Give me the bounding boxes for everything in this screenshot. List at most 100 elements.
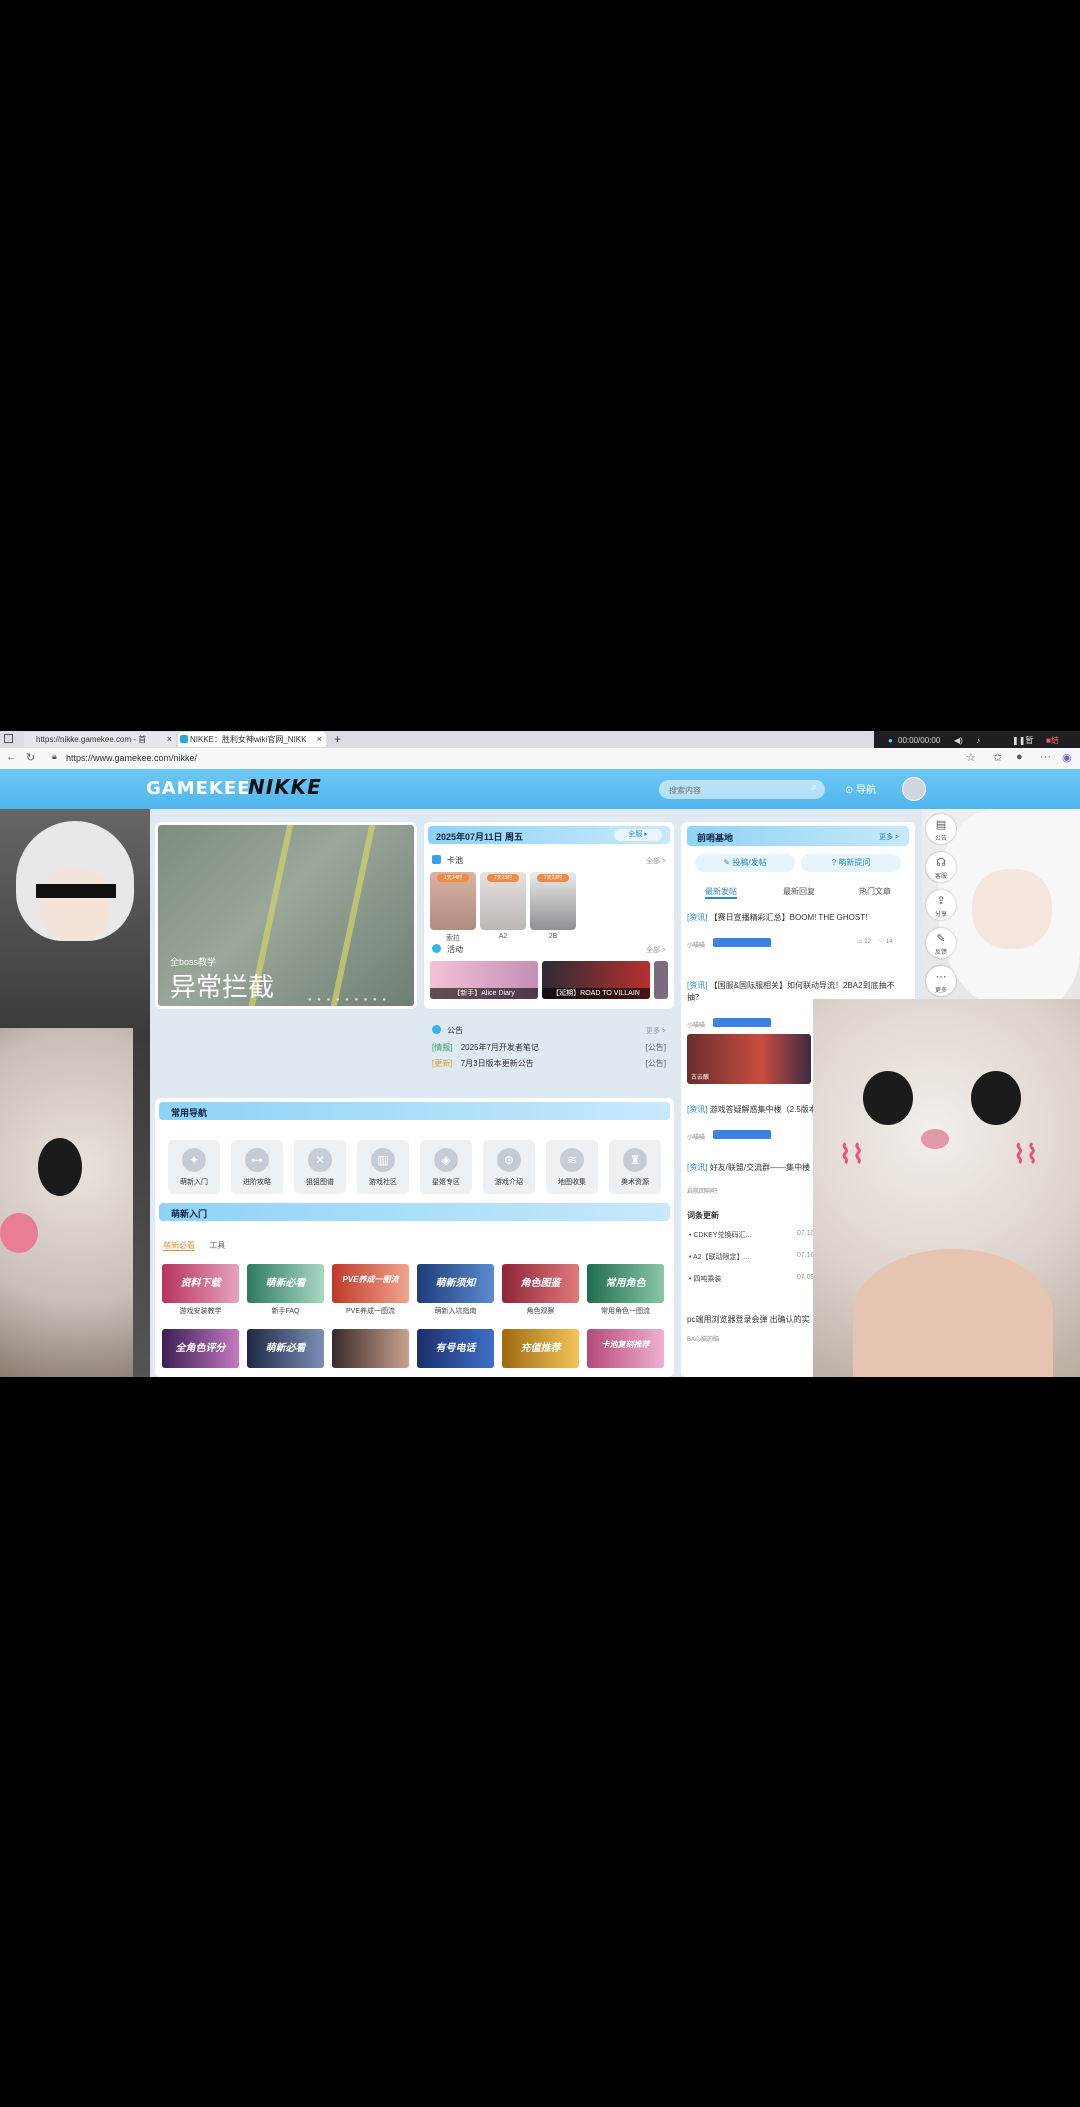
more-tool[interactable]: ⋯ 更多 (926, 966, 956, 996)
headset-icon: ☊ (936, 857, 946, 869)
nav-item-special[interactable]: ◈ 星姬专区 (420, 1140, 472, 1194)
address-bar: ← ↻ 🔒︎ https://www.gamekee.com/nikke/ ☆ … (0, 748, 1080, 770)
newbie-header: 萌新入门 (159, 1203, 670, 1221)
guide-card[interactable]: 角色图鉴 (502, 1264, 579, 1303)
post-meta: 小喵喵 (687, 1130, 772, 1141)
browser-tab-1[interactable]: https://nikke.gamekee.com - 首 × (24, 732, 176, 747)
copilot-icon[interactable]: ◉ (1062, 751, 1072, 764)
compass-icon: ✦ (182, 1148, 206, 1172)
pool-more-link[interactable]: 全部 > (646, 856, 666, 866)
guide-card[interactable]: 卡池复刻推荐 (587, 1329, 664, 1368)
guide-card[interactable]: 萌新须知 (417, 1264, 494, 1303)
share-tool[interactable]: ⇪ 分享 (926, 890, 956, 920)
post-button[interactable]: ✎ 投稿/发帖 (695, 854, 795, 872)
guide-card[interactable]: PVE养成一图流 (332, 1264, 409, 1303)
guide-card[interactable]: 资料下载 (162, 1264, 239, 1303)
pool-section-title: 卡池 (432, 855, 463, 866)
building-icon: ▥ (371, 1148, 395, 1172)
tab-hot-articles[interactable]: 热门文章 (859, 886, 891, 897)
cat-nose (0, 1213, 38, 1253)
gamepad-icon: ⊕ (497, 1148, 521, 1172)
browser-tab-2[interactable]: NIKKE：胜利女神wiki官网_NIKK × (178, 732, 326, 747)
stack-icon: ≋ (560, 1148, 584, 1172)
character-blindfold (36, 884, 116, 898)
comment-icon: ▭ (857, 939, 863, 945)
favorite-star-icon[interactable]: ☆ (966, 751, 976, 764)
calendar-header: 2025年07月11日 周五 全服 ▸ (428, 826, 670, 844)
guide-card[interactable]: 萌新必看 (247, 1264, 324, 1303)
server-select-button[interactable]: 全服 ▸ (614, 829, 662, 841)
outpost-header: 前哨基地 更多 > (687, 826, 909, 846)
close-tab-icon[interactable]: × (167, 732, 172, 747)
service-tool[interactable]: ☊ 客服 (926, 852, 956, 882)
hero-banner[interactable]: 全boss教学 异常拦截 ● ● ● ● ● ● ● ● ● (155, 822, 417, 1009)
gamekee-logo[interactable]: GAMEKEE (146, 778, 250, 799)
nav-item-map[interactable]: ≋ 地图收集 (546, 1140, 598, 1194)
tab-must-read[interactable]: 萌新必看 (163, 1241, 195, 1251)
cat-eye (863, 1071, 913, 1125)
ask-button[interactable]: ? 萌新提问 (801, 854, 901, 872)
guide-card[interactable]: 全角色评分 (162, 1329, 239, 1368)
carousel-dots[interactable]: ● ● ● ● ● ● ● ● ● (308, 997, 388, 1003)
profile-icon[interactable]: ● (1016, 751, 1023, 763)
site-search: ⌕ (659, 780, 825, 800)
nav-item-intro[interactable]: ⊕ 游戏介绍 (483, 1140, 535, 1194)
nav-item-art[interactable]: ♜ 美术资源 (609, 1140, 661, 1194)
banner-art (321, 825, 381, 1006)
collections-icon[interactable]: ✩ (993, 751, 1002, 764)
swords-icon: ✕ (308, 1148, 332, 1172)
activity-card[interactable] (654, 961, 668, 999)
feedback-tool[interactable]: ✎ 反馈 (926, 928, 956, 958)
banner-title: 异常拦截 (170, 972, 275, 1002)
pool-character[interactable]: 7天23时 (480, 872, 526, 930)
post-item[interactable]: [资讯] 【赛日宣播精彩汇总】BOOM! THE GHOST! (687, 912, 909, 923)
notice-item[interactable]: [情报] 2025年7月开发者笔记 [公告] (432, 1042, 666, 1058)
pool-character[interactable]: 7天23时 (530, 872, 576, 930)
side-toolbar: ▤ 公告 ☊ 客服 ⇪ 分享 ✎ 反馈 ⋯ 更多 (926, 814, 960, 1004)
guide-card[interactable]: 萌新必看 (247, 1329, 324, 1368)
nav-item-newbie[interactable]: ✦ 萌新入门 (168, 1140, 220, 1194)
notice-section-title: 公告 (432, 1025, 463, 1036)
back-icon[interactable]: ← (6, 751, 17, 763)
guide-card-label: PVE养成一图流 (345, 1308, 395, 1315)
user-badge (713, 938, 772, 947)
outpost-more-link[interactable]: 更多 > (879, 832, 899, 842)
activity-card[interactable]: 【延期】ROAD TO VILLAIN (542, 961, 650, 999)
search-icon[interactable]: ⌕ (811, 782, 817, 793)
cat-overlay-left (0, 1028, 133, 1377)
new-tab-button[interactable]: + (334, 732, 341, 746)
search-input[interactable] (659, 781, 809, 800)
notice-tool[interactable]: ▤ 公告 (926, 814, 956, 844)
close-tab-icon[interactable]: × (317, 732, 322, 747)
nav-item-advanced[interactable]: ⊶ 进阶攻略 (231, 1140, 283, 1194)
cat-blush: ⌇⌇ (839, 1139, 865, 1169)
more-icon: ⋯ (935, 971, 947, 983)
tab-latest-posts[interactable]: 最新发帖 (705, 886, 737, 899)
tab-latest-replies[interactable]: 最新回复 (783, 886, 815, 897)
nav-item-community[interactable]: ▥ 游戏社区 (357, 1140, 409, 1194)
more-menu-icon[interactable]: ··· (1040, 751, 1051, 763)
nav-item-catalog[interactable]: ✕ 狙狙图谱 (294, 1140, 346, 1194)
guide-card-label: 角色观察 (526, 1308, 555, 1315)
activity-more-link[interactable]: 全部 > (646, 945, 666, 955)
url-field[interactable]: https://www.gamekee.com/nikke/ (50, 752, 950, 765)
calendar-panel: 2025年07月11日 周五 全服 ▸ 卡池 全部 > 1天24时 索拉 7天2… (424, 822, 674, 1068)
pool-character[interactable]: 1天24时 (430, 872, 476, 930)
nav-link[interactable]: ⊙ 导航 (845, 781, 876, 796)
guide-card[interactable] (332, 1329, 409, 1368)
nikke-logo[interactable]: NIKKE (248, 775, 322, 799)
user-avatar[interactable] (902, 777, 926, 801)
reload-icon[interactable]: ↻ (26, 751, 35, 764)
guide-card[interactable]: 常用角色 (587, 1264, 664, 1303)
guide-card[interactable]: 有号电话 (417, 1329, 494, 1368)
cat-nose (921, 1129, 949, 1149)
post-image[interactable]: 古云酿 (687, 1034, 811, 1084)
tab-tools[interactable]: 工具 (209, 1241, 225, 1250)
notice-more-link[interactable]: 更多 > (646, 1026, 666, 1036)
character-face (972, 869, 1052, 949)
activity-card[interactable]: 【新手】Alice Diary (430, 961, 538, 999)
dumbbell-icon: ⊶ (245, 1148, 269, 1172)
guide-card[interactable]: 充值推荐 (502, 1329, 579, 1368)
notice-item[interactable]: [更新] 7月3日版本更新公告 [公告] (432, 1058, 666, 1074)
window-menu-icon[interactable] (4, 734, 13, 743)
